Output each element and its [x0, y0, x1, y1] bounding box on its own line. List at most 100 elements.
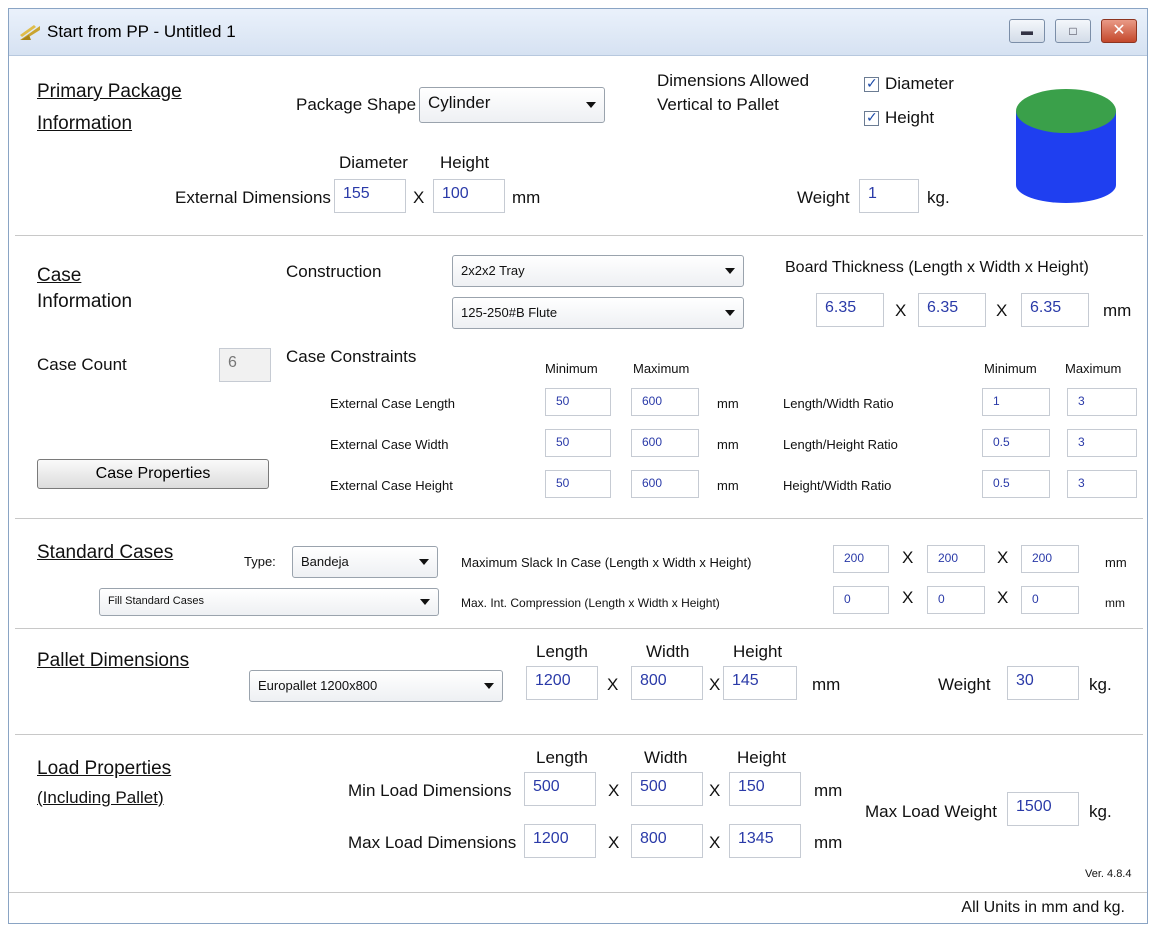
construction-label: Construction: [286, 262, 382, 281]
case-count-label: Case Count: [37, 355, 127, 374]
max-load-weight-input[interactable]: 1500: [1007, 792, 1079, 826]
dimension-separator: X: [902, 588, 914, 607]
case-count-input[interactable]: 6: [219, 348, 271, 382]
load-height-column-label: Height: [737, 748, 787, 767]
slack-height-input[interactable]: 200: [1021, 545, 1079, 573]
pallet-weight-label: Weight: [938, 675, 991, 694]
unit-mm: mm: [717, 478, 739, 493]
length-height-ratio-min-input[interactable]: 0.5: [982, 429, 1050, 457]
case-height-max-input[interactable]: 600: [631, 470, 699, 498]
min-load-width-input[interactable]: 500: [631, 772, 703, 806]
dimension-separator: X: [902, 548, 914, 567]
pallet-width-input[interactable]: 800: [631, 666, 703, 700]
max-load-weight-label: Max Load Weight: [865, 802, 997, 821]
pallet-dimensions-header: Pallet Dimensions: [37, 650, 190, 671]
dimension-separator: X: [607, 675, 619, 694]
dimension-separator: X: [997, 548, 1009, 567]
min-load-length-input[interactable]: 500: [524, 772, 596, 806]
weight-input[interactable]: 1: [859, 179, 919, 213]
load-length-column-label: Length: [536, 748, 588, 767]
slack-length-input[interactable]: 200: [833, 545, 889, 573]
case-constraints-label: Case Constraints: [286, 347, 417, 366]
height-width-ratio-max-input[interactable]: 3: [1067, 470, 1137, 498]
flute-select[interactable]: 125-250#B Flute: [452, 297, 744, 329]
primary-package-section: Primary Package Information Package Shap…: [15, 55, 1143, 236]
unit-mm: mm: [1103, 301, 1132, 320]
pallet-length-column-label: Length: [536, 642, 588, 661]
checkmark-icon: ✓: [866, 75, 878, 91]
length-width-ratio-max-input[interactable]: 3: [1067, 388, 1137, 416]
length-height-ratio-max-input[interactable]: 3: [1067, 429, 1137, 457]
board-height-input[interactable]: 6.35: [1021, 293, 1089, 327]
compression-width-input[interactable]: 0: [927, 586, 985, 614]
maximize-button[interactable]: □: [1055, 19, 1091, 43]
primary-package-header: Primary Package: [37, 81, 182, 102]
load-properties-header-line2: (Including Pallet): [37, 788, 164, 807]
length-width-ratio-label: Length/Width Ratio: [783, 396, 894, 411]
slack-width-input[interactable]: 200: [927, 545, 985, 573]
pallet-type-select[interactable]: Europallet 1200x800: [249, 670, 503, 702]
max-load-height-input[interactable]: 1345: [729, 824, 801, 858]
case-length-max-input[interactable]: 600: [631, 388, 699, 416]
load-properties-section: Load Properties (Including Pallet) Lengt…: [15, 734, 1143, 893]
max-load-dimensions-label: Max Load Dimensions: [348, 833, 517, 852]
height-width-ratio-min-input[interactable]: 0.5: [982, 470, 1050, 498]
dims-allowed-label-line2: Vertical to Pallet: [657, 95, 779, 114]
diameter-input[interactable]: 155: [334, 179, 406, 213]
diameter-checkbox[interactable]: ✓: [864, 75, 879, 92]
board-width-input[interactable]: 6.35: [918, 293, 986, 327]
diameter-column-label: Diameter: [339, 153, 408, 172]
standard-type-value: Bandeja: [301, 554, 349, 569]
maximize-icon: □: [1069, 24, 1077, 38]
length-height-ratio-label: Length/Height Ratio: [783, 437, 898, 452]
case-width-max-input[interactable]: 600: [631, 429, 699, 457]
window-title: Start from PP - Untitled 1: [47, 22, 236, 41]
min-load-height-input[interactable]: 150: [729, 772, 801, 806]
pallet-length-input[interactable]: 1200: [526, 666, 598, 700]
case-properties-button[interactable]: Case Properties: [37, 459, 269, 489]
unit-mm: mm: [717, 437, 739, 452]
dimension-separator: X: [997, 588, 1009, 607]
ratio-minimum-column-label: Minimum: [984, 361, 1037, 376]
status-bar: All Units in mm and kg.: [9, 892, 1147, 924]
unit-mm: mm: [1105, 596, 1125, 610]
fill-standard-cases-select[interactable]: Fill Standard Cases: [99, 588, 439, 616]
close-button[interactable]: ✕: [1101, 19, 1137, 43]
board-length-input[interactable]: 6.35: [816, 293, 884, 327]
case-width-min-input[interactable]: 50: [545, 429, 611, 457]
dimension-separator: X: [895, 301, 907, 320]
height-checkbox-label: Height: [885, 108, 935, 127]
title-bar[interactable]: Start from PP - Untitled 1 ▬ □ ✕: [9, 9, 1147, 56]
standard-cases-header: Standard Cases: [37, 542, 174, 563]
height-checkbox[interactable]: ✓: [864, 109, 879, 126]
compression-length-input[interactable]: 0: [833, 586, 889, 614]
pallet-height-input[interactable]: 145: [723, 666, 797, 700]
package-shape-value: Cylinder: [428, 93, 491, 112]
pallet-app-icon: [20, 25, 40, 40]
pallet-weight-input[interactable]: 30: [1007, 666, 1079, 700]
package-shape-label: Package Shape: [296, 95, 417, 114]
minimize-icon: ▬: [1021, 24, 1033, 38]
chevron-down-icon: [725, 310, 735, 316]
standard-cases-section: Standard Cases Type: Bandeja Fill Standa…: [15, 518, 1143, 629]
case-length-min-input[interactable]: 50: [545, 388, 611, 416]
unit-mm: mm: [814, 833, 843, 852]
unit-mm: mm: [717, 396, 739, 411]
construction-select[interactable]: 2x2x2 Tray: [452, 255, 744, 287]
case-height-min-input[interactable]: 50: [545, 470, 611, 498]
flute-value: 125-250#B Flute: [461, 305, 558, 320]
maximum-column-label: Maximum: [633, 361, 690, 376]
chevron-down-icon: [725, 268, 735, 274]
standard-type-select[interactable]: Bandeja: [292, 546, 438, 578]
height-input[interactable]: 100: [433, 179, 505, 213]
max-load-length-input[interactable]: 1200: [524, 824, 596, 858]
max-load-width-input[interactable]: 800: [631, 824, 703, 858]
external-case-height-label: External Case Height: [330, 478, 453, 493]
minimize-button[interactable]: ▬: [1009, 19, 1045, 43]
length-width-ratio-min-input[interactable]: 1: [982, 388, 1050, 416]
unit-mm: mm: [812, 675, 841, 694]
compression-height-input[interactable]: 0: [1021, 586, 1079, 614]
package-shape-select[interactable]: Cylinder: [419, 87, 605, 123]
case-information-header: Case: [37, 265, 82, 286]
main-window: Start from PP - Untitled 1 ▬ □ ✕ Primary…: [8, 8, 1148, 924]
